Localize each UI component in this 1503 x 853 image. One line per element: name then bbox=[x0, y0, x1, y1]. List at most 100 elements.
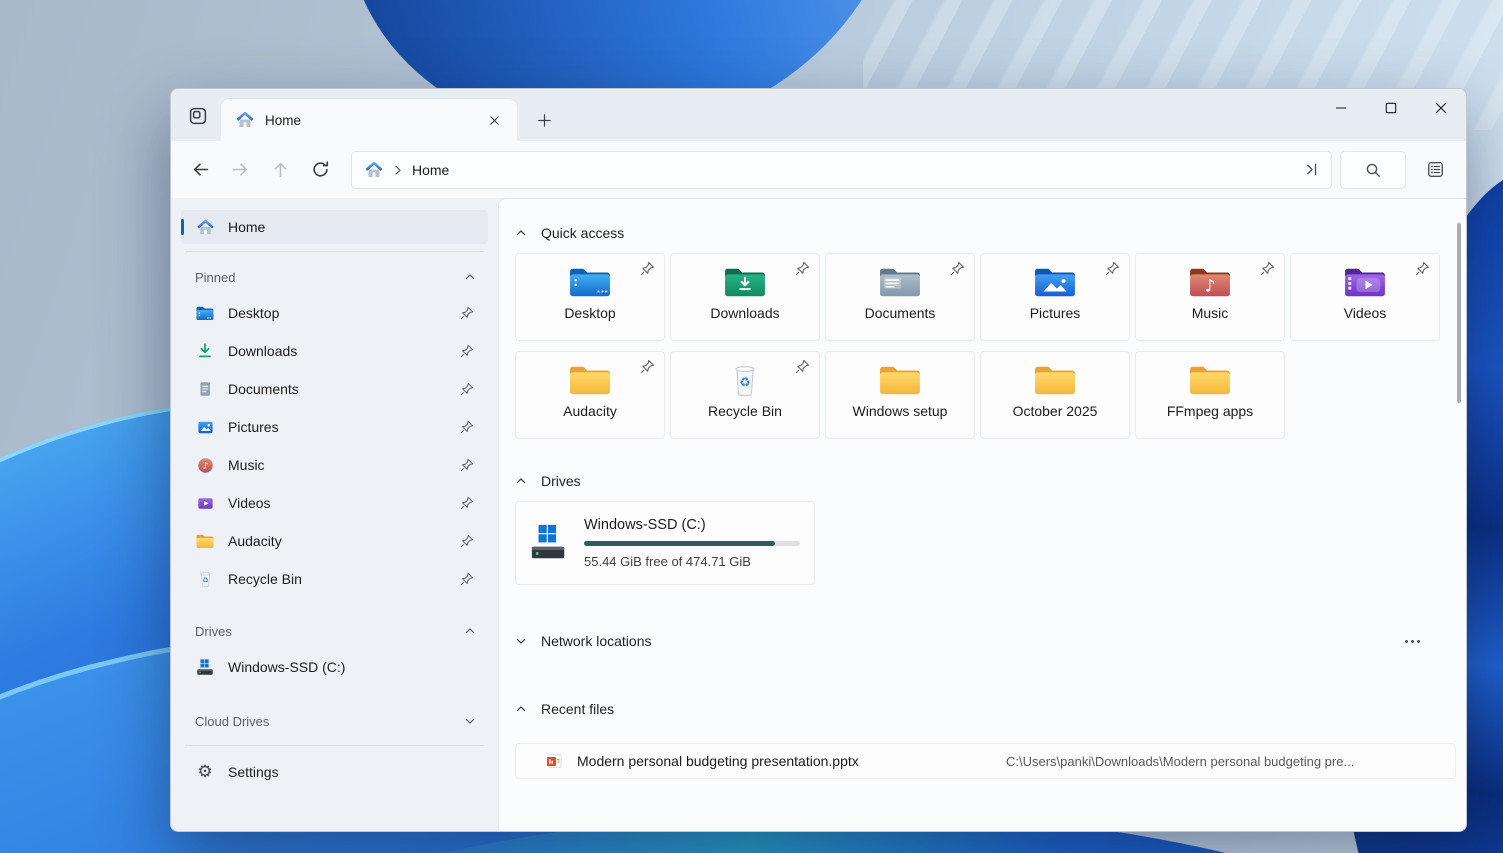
pin-icon[interactable] bbox=[456, 340, 478, 362]
section-recent-files[interactable]: Recent files bbox=[515, 697, 1456, 721]
desktop: Home bbox=[0, 0, 1503, 853]
recycle-bin-icon: ♻ bbox=[725, 361, 765, 399]
sidebar-item-label: Music bbox=[228, 457, 443, 473]
tile-recycle-bin[interactable]: ♻ Recycle Bin bbox=[670, 351, 820, 439]
chevron-up-icon[interactable] bbox=[464, 271, 476, 283]
chevron-down-icon[interactable] bbox=[515, 635, 527, 647]
powerpoint-file-icon bbox=[546, 753, 562, 769]
chevron-up-icon[interactable] bbox=[515, 227, 527, 239]
pin-icon bbox=[795, 359, 810, 379]
gear-icon: ⚙ bbox=[195, 762, 215, 782]
pin-icon[interactable] bbox=[456, 378, 478, 400]
tile-label: Documents bbox=[865, 305, 936, 321]
tile-downloads[interactable]: Downloads bbox=[670, 253, 820, 341]
sidebar-item-videos[interactable]: Videos bbox=[181, 484, 488, 522]
section-network-locations[interactable]: Network locations bbox=[515, 629, 1456, 653]
sidebar-item-audacity[interactable]: Audacity bbox=[181, 522, 488, 560]
sidebar-item-pictures[interactable]: Pictures bbox=[181, 408, 488, 446]
chevron-up-icon[interactable] bbox=[515, 475, 527, 487]
vertical-scrollbar-thumb[interactable] bbox=[1457, 223, 1461, 403]
pin-address-bar-icon[interactable] bbox=[1304, 161, 1321, 178]
back-button[interactable] bbox=[181, 152, 219, 188]
selection-accent-bar bbox=[181, 219, 184, 235]
sidebar-item-label: Videos bbox=[228, 495, 443, 511]
sidebar-item-documents[interactable]: Documents bbox=[181, 370, 488, 408]
tab-list-button[interactable] bbox=[181, 99, 215, 133]
folder-icon bbox=[567, 361, 613, 399]
sidebar-item-label: Windows-SSD (C:) bbox=[228, 659, 478, 675]
sidebar-item-recycle-bin[interactable]: ♻ Recycle Bin bbox=[181, 560, 488, 598]
svg-text:♻: ♻ bbox=[739, 374, 750, 389]
tile-videos[interactable]: Videos bbox=[1290, 253, 1440, 341]
tile-windows-setup[interactable]: Windows setup bbox=[825, 351, 975, 439]
refresh-icon bbox=[311, 160, 330, 179]
tab-close-button[interactable] bbox=[481, 107, 507, 133]
up-button[interactable] bbox=[261, 152, 299, 188]
videos-folder-icon bbox=[1342, 263, 1388, 301]
recent-file-row[interactable]: Modern personal budgeting presentation.p… bbox=[515, 743, 1456, 779]
content-pane: Quick access Desktop Downloads bbox=[498, 198, 1466, 831]
forward-button[interactable] bbox=[221, 152, 259, 188]
divider bbox=[185, 745, 484, 746]
tile-music[interactable]: ♪ Music bbox=[1135, 253, 1285, 341]
chevron-down-icon[interactable] bbox=[464, 715, 476, 727]
chevron-right-icon bbox=[392, 164, 404, 176]
tile-label: Videos bbox=[1344, 305, 1387, 321]
drive-icon bbox=[195, 657, 215, 677]
sidebar-section-drives[interactable]: Drives bbox=[181, 614, 488, 648]
pin-icon[interactable] bbox=[456, 302, 478, 324]
pin-icon bbox=[950, 261, 965, 281]
tile-october-2025[interactable]: October 2025 bbox=[980, 351, 1130, 439]
maximize-button[interactable] bbox=[1366, 89, 1416, 127]
sidebar-section-pinned[interactable]: Pinned bbox=[181, 260, 488, 294]
tile-pictures[interactable]: Pictures bbox=[980, 253, 1130, 341]
sidebar-item-music[interactable]: ♪ Music bbox=[181, 446, 488, 484]
pin-icon[interactable] bbox=[456, 454, 478, 476]
section-quick-access[interactable]: Quick access bbox=[515, 221, 1456, 245]
pictures-icon bbox=[195, 417, 215, 437]
pin-icon[interactable] bbox=[456, 530, 478, 552]
drive-windows-ssd[interactable]: Windows-SSD (C:) 55.44 GiB free of 474.7… bbox=[515, 501, 815, 585]
sidebar-item-desktop[interactable]: Desktop bbox=[181, 294, 488, 332]
breadcrumb-location[interactable]: Home bbox=[412, 162, 449, 178]
tile-documents[interactable]: Documents bbox=[825, 253, 975, 341]
navigation-bar: Home bbox=[171, 141, 1466, 198]
tile-ffmpeg-apps[interactable]: FFmpeg apps bbox=[1135, 351, 1285, 439]
svg-text:♻: ♻ bbox=[202, 576, 208, 584]
close-window-button[interactable] bbox=[1416, 89, 1466, 127]
sidebar-item-home[interactable]: Home bbox=[181, 210, 488, 244]
tile-audacity[interactable]: Audacity bbox=[515, 351, 665, 439]
section-drives[interactable]: Drives bbox=[515, 469, 1456, 493]
tab-home[interactable]: Home bbox=[221, 99, 517, 141]
pin-icon[interactable] bbox=[456, 568, 478, 590]
chevron-up-icon[interactable] bbox=[464, 625, 476, 637]
downloads-folder-icon bbox=[722, 263, 768, 301]
details-list-icon bbox=[1426, 160, 1445, 179]
drive-usage-bar-fill bbox=[584, 541, 775, 546]
documents-folder-icon bbox=[877, 263, 923, 301]
details-pane-button[interactable] bbox=[1416, 152, 1454, 188]
pin-icon[interactable] bbox=[456, 492, 478, 514]
section-label: Recent files bbox=[541, 701, 614, 717]
search-box[interactable] bbox=[1340, 151, 1406, 189]
navigation-pane: Home Pinned Desktop bbox=[171, 198, 498, 831]
sidebar-item-windows-ssd[interactable]: Windows-SSD (C:) bbox=[181, 648, 488, 686]
desktop-folder-icon bbox=[567, 263, 613, 301]
chevron-up-icon[interactable] bbox=[515, 703, 527, 715]
sidebar-item-label: Audacity bbox=[228, 533, 443, 549]
pin-icon bbox=[640, 261, 655, 281]
pictures-folder-icon bbox=[1032, 263, 1078, 301]
videos-icon bbox=[195, 493, 215, 513]
sidebar-section-cloud-drives[interactable]: Cloud Drives bbox=[181, 704, 488, 738]
tile-label: Music bbox=[1192, 305, 1229, 321]
tile-desktop[interactable]: Desktop bbox=[515, 253, 665, 341]
address-bar[interactable]: Home bbox=[351, 151, 1332, 189]
svg-text:♪: ♪ bbox=[202, 460, 208, 471]
minimize-button[interactable] bbox=[1316, 89, 1366, 127]
sidebar-item-settings[interactable]: ⚙ Settings bbox=[181, 753, 488, 791]
new-tab-button[interactable] bbox=[531, 107, 557, 133]
refresh-button[interactable] bbox=[301, 152, 339, 188]
sidebar-item-downloads[interactable]: Downloads bbox=[181, 332, 488, 370]
pin-icon[interactable] bbox=[456, 416, 478, 438]
more-options-icon[interactable] bbox=[1401, 636, 1424, 647]
